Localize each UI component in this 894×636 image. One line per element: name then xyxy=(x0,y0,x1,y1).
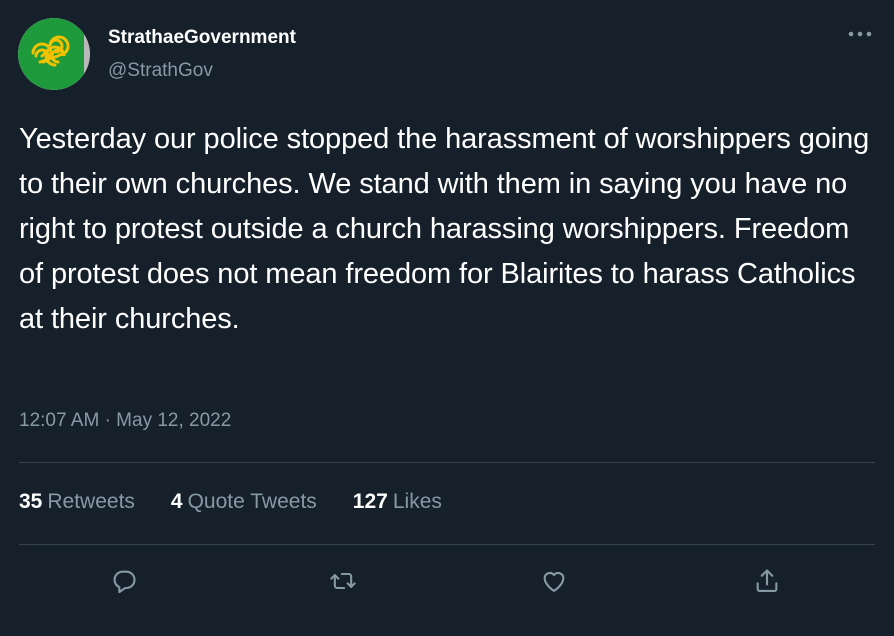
retweet-icon xyxy=(330,572,356,590)
retweets-label: Retweets xyxy=(47,490,135,513)
quote-tweets-count: 4 xyxy=(170,490,183,513)
like-icon xyxy=(543,571,565,592)
tweet-date-link[interactable]: May 12, 2022 xyxy=(116,410,231,431)
timestamp-separator: · xyxy=(104,410,111,431)
like-button[interactable] xyxy=(536,563,572,599)
action-bar xyxy=(0,563,894,599)
avatar[interactable] xyxy=(18,18,90,90)
reply-icon xyxy=(113,570,136,594)
share-icon xyxy=(756,569,778,592)
retweet-button[interactable] xyxy=(325,563,361,599)
triskele-flag-icon xyxy=(18,18,90,90)
engagement-stats: 35 Retweets 4 Quote Tweets 127 Likes xyxy=(19,490,442,514)
quote-tweets-stat[interactable]: 4 Quote Tweets xyxy=(171,490,317,514)
tweet-card: StrathaeGovernment @StrathGov Yesterday … xyxy=(0,0,894,636)
reply-button[interactable] xyxy=(106,563,142,599)
retweets-count: 35 xyxy=(19,490,43,513)
quote-tweets-label: Quote Tweets xyxy=(187,490,317,513)
likes-stat[interactable]: 127 Likes xyxy=(353,490,442,514)
more-icon xyxy=(848,31,872,37)
likes-count: 127 xyxy=(352,490,388,513)
divider xyxy=(19,544,875,545)
divider xyxy=(19,462,875,463)
tweet-timestamp: 12:07 AM · May 12, 2022 xyxy=(19,410,231,432)
more-button[interactable] xyxy=(846,24,874,44)
handle[interactable]: @StrathGov xyxy=(108,60,213,82)
tweet-text: Yesterday our police stopped the harassm… xyxy=(19,123,878,335)
display-name[interactable]: StrathaeGovernment xyxy=(108,27,296,49)
tweet-time-link[interactable]: 12:07 AM xyxy=(19,410,99,431)
likes-label: Likes xyxy=(392,490,442,513)
retweets-stat[interactable]: 35 Retweets xyxy=(19,490,135,514)
share-button[interactable] xyxy=(749,563,785,599)
